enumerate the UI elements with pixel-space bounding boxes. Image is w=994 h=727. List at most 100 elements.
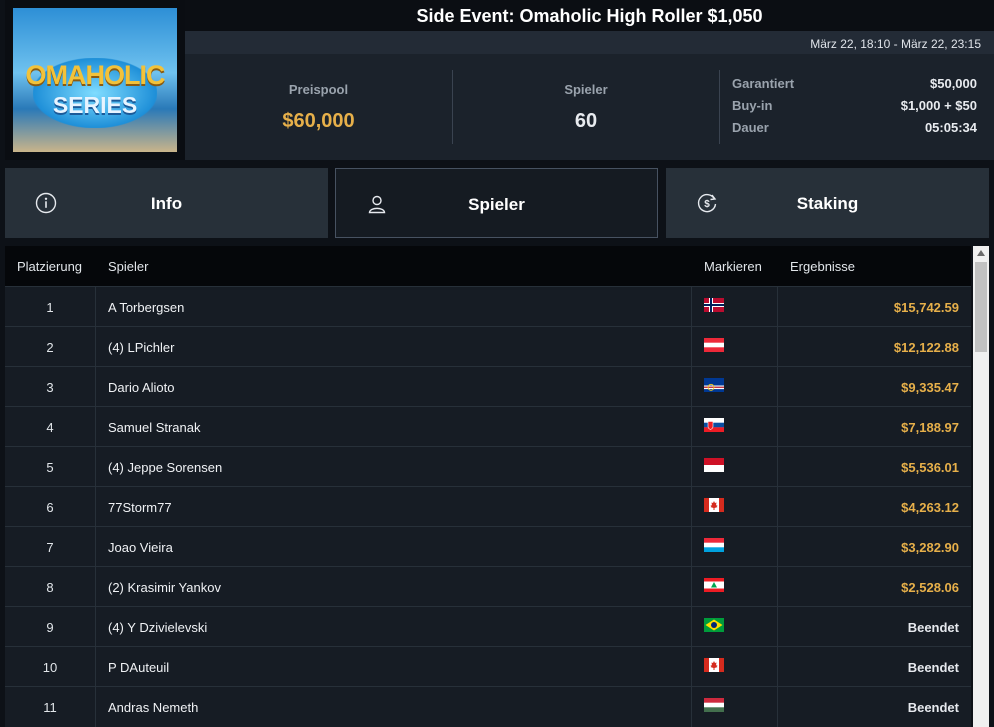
- detail-guaranteed: Garantiert $50,000: [732, 76, 977, 98]
- scroll-up-arrow[interactable]: [977, 250, 985, 256]
- logo-line-2: SERIES: [52, 92, 138, 118]
- table-row[interactable]: 7 Joao Vieira $3,282.90: [5, 526, 971, 567]
- player-name-cell[interactable]: P DAuteuil: [108, 660, 169, 675]
- result-cell: $7,188.97: [901, 420, 959, 435]
- tab-players-label: Spieler: [468, 195, 525, 214]
- scrollbar[interactable]: [973, 246, 989, 727]
- detail-duration: Dauer 05:05:34: [732, 120, 977, 142]
- rank-cell: 7: [46, 540, 54, 555]
- column-divider: [95, 327, 96, 367]
- detail-key: Buy-in: [732, 98, 773, 113]
- details-list: Garantiert $50,000 Buy-in $1,000 + $50 D…: [732, 76, 977, 142]
- player-name-cell[interactable]: Andras Nemeth: [108, 700, 198, 715]
- table-row[interactable]: 10 P DAuteuil Beendet: [5, 646, 971, 687]
- column-divider: [691, 567, 692, 607]
- detail-value: $50,000: [930, 76, 977, 91]
- table-row[interactable]: 2 (4) LPichler $12,122.88: [5, 326, 971, 367]
- column-divider: [691, 447, 692, 487]
- column-divider: [95, 367, 96, 407]
- date-bar: März 22, 18:10 - März 22, 23:15: [185, 31, 994, 54]
- result-cell: Beendet: [907, 700, 959, 715]
- scroll-thumb[interactable]: [975, 262, 987, 352]
- rank-cell: 11: [43, 700, 57, 715]
- detail-buyin: Buy-in $1,000 + $50: [732, 98, 977, 120]
- flag-icon: [704, 618, 724, 632]
- result-cell: $12,122.88: [893, 340, 959, 355]
- table-row[interactable]: 8 (2) Krasimir Yankov $2,528.06: [5, 566, 971, 607]
- player-name-cell[interactable]: (4) Jeppe Sorensen: [108, 460, 222, 475]
- event-dates: März 22, 18:10 - März 22, 23:15: [810, 37, 981, 51]
- column-divider: [777, 607, 778, 647]
- flag-icon: [704, 378, 724, 392]
- detail-value: $1,000 + $50: [900, 98, 977, 113]
- column-divider: [691, 287, 692, 327]
- player-name-cell[interactable]: 77Storm77: [108, 500, 172, 515]
- table-row[interactable]: 4 Samuel Stranak $7,188.97: [5, 406, 971, 447]
- flag-icon: [704, 538, 724, 552]
- column-divider: [95, 687, 96, 727]
- player-name-cell[interactable]: (2) Krasimir Yankov: [108, 580, 221, 595]
- prizepool-value: $60,000: [282, 110, 355, 132]
- column-divider: [691, 607, 692, 647]
- logo-line-1: OMAHOLIC: [25, 60, 166, 90]
- column-divider: [691, 407, 692, 447]
- header-flag[interactable]: Markieren: [704, 259, 762, 274]
- event-title: Side Event: Omaholic High Roller $1,050: [185, 0, 994, 31]
- divider: [719, 70, 720, 144]
- column-divider: [777, 327, 778, 367]
- column-divider: [777, 447, 778, 487]
- result-cell: $3,282.90: [901, 540, 959, 555]
- table-row[interactable]: 1 A Torbergsen $15,742.59: [5, 286, 971, 327]
- detail-key: Dauer: [732, 120, 769, 135]
- player-name-cell[interactable]: (4) Y Dzivielevski: [108, 620, 207, 635]
- prizepool-stat: Preispool $60,000: [185, 54, 452, 160]
- player-name-cell[interactable]: Samuel Stranak: [108, 420, 201, 435]
- stats-panel: Preispool $60,000 Spieler 60 Garantiert …: [185, 54, 994, 160]
- results-table: Platzierung Spieler Markieren Ergebnisse…: [5, 246, 971, 727]
- table-row[interactable]: 5 (4) Jeppe Sorensen $5,536.01: [5, 446, 971, 487]
- rank-cell: 10: [42, 660, 58, 675]
- header-player[interactable]: Spieler: [108, 259, 148, 274]
- flag-icon: [704, 298, 724, 312]
- tab-staking[interactable]: $ Staking: [666, 168, 989, 238]
- omaholic-series-image: OMAHOLIC SERIES: [13, 8, 177, 152]
- column-divider: [777, 487, 778, 527]
- table-row[interactable]: 3 Dario Alioto $9,335.47: [5, 366, 971, 407]
- header-result[interactable]: Ergebnisse: [790, 259, 855, 274]
- column-divider: [95, 447, 96, 487]
- flag-icon: [704, 658, 724, 672]
- flag-icon: [704, 498, 724, 512]
- column-divider: [95, 287, 96, 327]
- column-divider: [691, 367, 692, 407]
- table-row[interactable]: 11 Andras Nemeth Beendet: [5, 686, 971, 727]
- player-name-cell[interactable]: Joao Vieira: [108, 540, 173, 555]
- column-divider: [95, 567, 96, 607]
- tab-players[interactable]: Spieler: [335, 168, 658, 238]
- tab-info[interactable]: Info: [5, 168, 328, 238]
- result-cell: $5,536.01: [901, 460, 959, 475]
- rank-cell: 2: [46, 340, 54, 355]
- player-name-cell[interactable]: (4) LPichler: [108, 340, 174, 355]
- column-divider: [777, 567, 778, 607]
- rank-cell: 5: [46, 460, 54, 475]
- flag-icon: [704, 458, 724, 472]
- header-rank[interactable]: Platzierung: [17, 259, 82, 274]
- flag-icon: [704, 338, 724, 352]
- column-divider: [691, 647, 692, 687]
- column-divider: [95, 527, 96, 567]
- result-cell: $4,263.12: [901, 500, 959, 515]
- prizepool-label: Preispool: [288, 82, 349, 97]
- column-divider: [777, 647, 778, 687]
- column-divider: [95, 647, 96, 687]
- result-cell: Beendet: [907, 620, 959, 635]
- table-row[interactable]: 9 (4) Y Dzivielevski Beendet: [5, 606, 971, 647]
- flag-icon: [704, 418, 724, 432]
- player-name-cell[interactable]: A Torbergsen: [108, 300, 184, 315]
- column-divider: [691, 487, 692, 527]
- column-divider: [777, 687, 778, 727]
- column-divider: [95, 607, 96, 647]
- table-row[interactable]: 6 77Storm77 $4,263.12: [5, 486, 971, 527]
- rank-cell: 4: [46, 420, 54, 435]
- result-cell: $2,528.06: [901, 580, 959, 595]
- player-name-cell[interactable]: Dario Alioto: [108, 380, 174, 395]
